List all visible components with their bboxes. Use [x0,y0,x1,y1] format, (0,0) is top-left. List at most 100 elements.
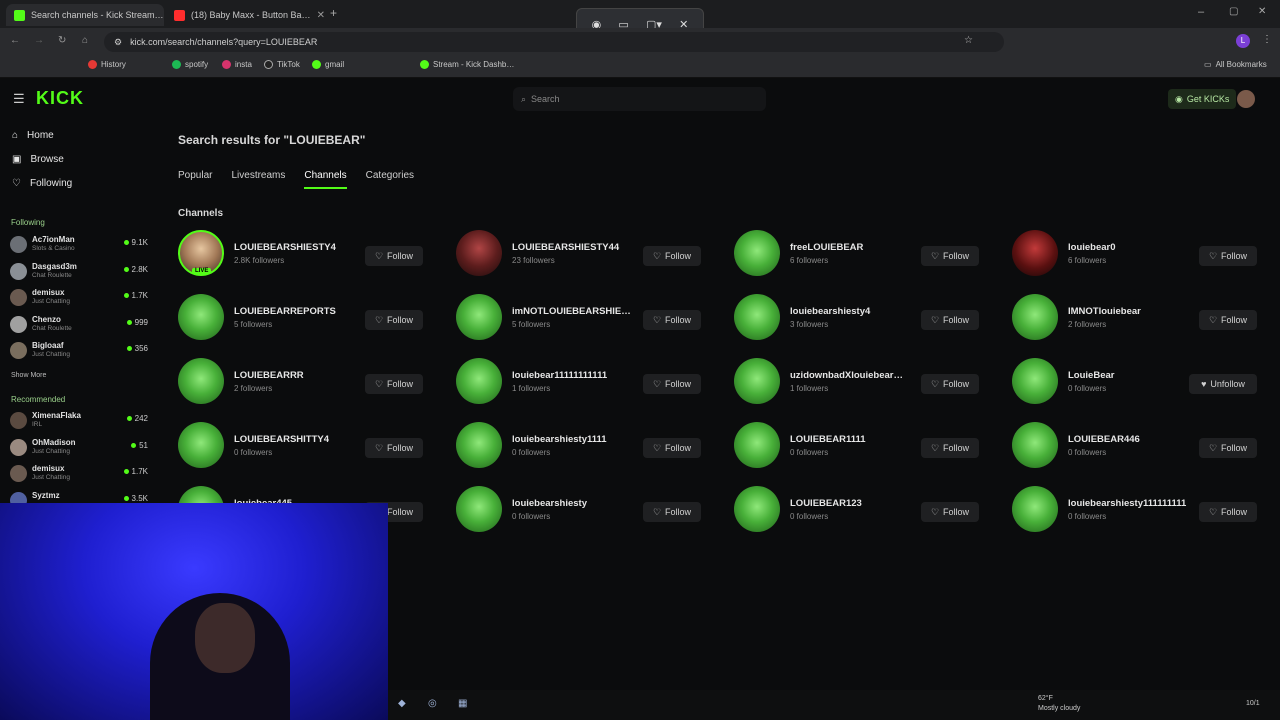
new-tab-icon[interactable]: + [330,6,337,20]
follow-button[interactable]: ♡ Follow [365,246,423,266]
tab-channels[interactable]: Channels [304,170,347,189]
channel-name[interactable]: LOUIEBEARRR [234,370,384,381]
follow-button[interactable]: ♡ Follow [365,374,423,394]
bookmark-star-icon[interactable]: ☆ [964,35,973,46]
channel-name[interactable]: LOUIEBEARSHITTY4 [234,434,384,445]
channel-name[interactable]: louiebearshiesty [512,498,662,509]
reload-icon[interactable]: ↻ [58,35,66,46]
channel-card[interactable]: LouieBear 0 followers ♥ Unfollow [1012,358,1264,406]
site-info-icon[interactable]: ⚙ [114,37,122,48]
back-icon[interactable]: ← [10,35,20,46]
channel-name[interactable]: LOUIEBEAR1111 [790,434,940,445]
channel-avatar[interactable] [1012,358,1058,404]
show-more-link[interactable]: Show More [11,372,46,379]
channel-avatar[interactable] [734,422,780,468]
hamburger-menu-icon[interactable]: ☰ [13,91,25,107]
channel-avatar[interactable] [456,230,502,276]
follow-button[interactable]: ♡ Follow [1199,502,1257,522]
channel-card[interactable]: louiebearshiesty 0 followers ♡ Follow [456,486,708,534]
channel-card[interactable]: louiebearshiesty111111111 0 followers ♡ … [1012,486,1264,534]
follow-button[interactable]: ♡ Follow [921,502,979,522]
follow-button[interactable]: ♡ Follow [921,310,979,330]
channel-avatar[interactable] [456,422,502,468]
channel-name[interactable]: freeLOUIEBEAR [790,242,940,253]
app-icon[interactable]: ◆ [398,698,406,709]
channel-avatar[interactable] [456,358,502,404]
channel-card[interactable]: LOUIEBEAR123 0 followers ♡ Follow [734,486,986,534]
follow-button[interactable]: ♡ Follow [365,438,423,458]
channel-card[interactable]: imNOTLOUIEBEARSHIE… 5 followers ♡ Follow [456,294,708,342]
channel-avatar[interactable] [178,358,224,404]
channel-card[interactable]: louiebear11111111111 1 followers ♡ Follo… [456,358,708,406]
bookmark-insta[interactable]: insta [222,60,252,69]
channel-avatar[interactable] [456,486,502,532]
avatar[interactable] [1237,90,1255,108]
channel-card[interactable]: LIVE LOUIEBEARSHIESTY4 2.8K followers ♡ … [178,230,430,278]
channel-avatar[interactable] [1012,230,1058,276]
minimize-icon[interactable]: – [1198,6,1204,18]
channel-card[interactable]: louiebearshiesty4 3 followers ♡ Follow [734,294,986,342]
search-input[interactable]: ⌕ Search [513,87,766,111]
sidebar-item-home[interactable]: ⌂ Home [12,130,54,141]
channel-card[interactable]: LOUIEBEARREPORTS 5 followers ♡ Follow [178,294,430,342]
channel-name[interactable]: louiebearshiesty111111111 [1068,498,1218,509]
follow-button[interactable]: ♡ Follow [365,310,423,330]
follow-button[interactable]: ♡ Follow [1199,438,1257,458]
channel-name[interactable]: LOUIEBEAR446 [1068,434,1218,445]
channel-avatar[interactable] [178,422,224,468]
tab-youtube[interactable]: (18) Baby Maxx - Button Ba… ✕ [166,4,324,26]
channel-avatar[interactable] [456,294,502,340]
tab-livestreams[interactable]: Livestreams [231,170,285,189]
sidebar-channel-item[interactable]: Ac7ionMan Slots & Casino 9.1K [10,234,148,258]
follow-button[interactable]: ♡ Follow [921,438,979,458]
forward-icon[interactable]: → [34,35,44,46]
channel-avatar[interactable] [734,230,780,276]
sidebar-item-browse[interactable]: ▣ Browse [12,154,64,165]
channel-name[interactable]: LOUIEBEAR123 [790,498,940,509]
url-field[interactable]: ⚙ kick.com/search/channels?query=LOUIEBE… [104,32,1004,52]
sidebar-channel-item[interactable]: Bigloaaf Just Chatting 356 [10,340,148,364]
channel-name[interactable]: louiebearshiesty4 [790,306,940,317]
channel-name[interactable]: louiebear0 [1068,242,1218,253]
menu-icon[interactable]: ⋮ [1262,34,1272,45]
channel-avatar[interactable] [1012,422,1058,468]
tab-kick-search[interactable]: Search channels - Kick Stream… ✕ [6,4,164,26]
channel-name[interactable]: uzidownbadXlouiebear… [790,370,940,381]
channel-name[interactable]: imNOTLOUIEBEARSHIE… [512,306,662,317]
maximize-icon[interactable]: ▢ [1229,6,1238,17]
tab-categories[interactable]: Categories [366,170,414,189]
sidebar-channel-item[interactable]: demisux Just Chatting 1.7K [10,287,148,311]
follow-button[interactable]: ♡ Follow [1199,246,1257,266]
follow-button[interactable]: ♡ Follow [643,374,701,394]
follow-button[interactable]: ♡ Follow [643,246,701,266]
sidebar-item-following[interactable]: ♡ Following [12,178,72,189]
sidebar-channel-item[interactable]: Chenzo Chat Roulette 999 [10,314,148,338]
channel-card[interactable]: IMNOTlouiebear 2 followers ♡ Follow [1012,294,1264,342]
kick-logo[interactable]: KICK [36,88,84,109]
get-kicks-button[interactable]: ◉ Get KICKs [1168,89,1237,109]
profile-icon[interactable]: L [1236,34,1250,48]
channel-avatar[interactable] [178,294,224,340]
channel-avatar[interactable] [734,294,780,340]
unfollow-button[interactable]: ♥ Unfollow [1189,374,1257,394]
channel-card[interactable]: LOUIEBEARSHITTY4 0 followers ♡ Follow [178,422,430,470]
bookmark-spotify[interactable]: spotify [172,60,208,69]
channel-avatar[interactable] [1012,486,1058,532]
close-window-icon[interactable]: ✕ [1258,6,1266,17]
bookmark-history[interactable]: History [88,60,126,69]
channel-card[interactable]: freeLOUIEBEAR 6 followers ♡ Follow [734,230,986,278]
sidebar-channel-item[interactable]: Dasgasd3m Chat Roulette 2.8K [10,261,148,285]
channel-name[interactable]: louiebear11111111111 [512,370,662,381]
channel-card[interactable]: uzidownbadXlouiebear… 1 followers ♡ Foll… [734,358,986,406]
clock-date[interactable]: 10/1 [1246,700,1260,707]
steam-icon[interactable]: ◎ [428,698,437,709]
channel-avatar[interactable] [734,486,780,532]
channel-name[interactable]: LOUIEBEARREPORTS [234,306,384,317]
follow-button[interactable]: ♡ Follow [643,502,701,522]
follow-button[interactable]: ♡ Follow [643,310,701,330]
follow-button[interactable]: ♡ Follow [921,246,979,266]
channel-name[interactable]: LOUIEBEARSHIESTY4 [234,242,384,253]
sidebar-channel-item[interactable]: OhMadison Just Chatting 51 [10,437,148,461]
channel-card[interactable]: LOUIEBEAR446 0 followers ♡ Follow [1012,422,1264,470]
channel-card[interactable]: louiebearshiesty1111 0 followers ♡ Follo… [456,422,708,470]
